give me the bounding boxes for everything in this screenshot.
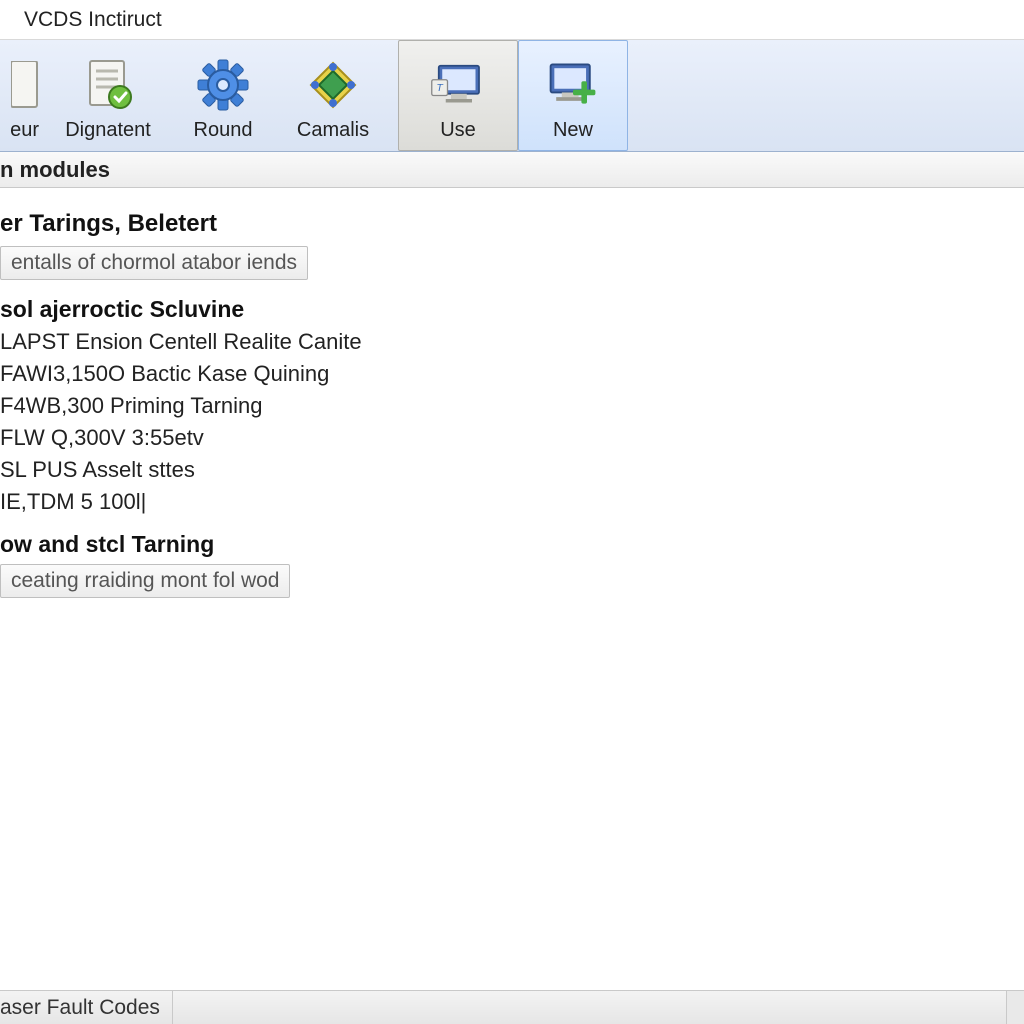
list-item: LAPST Ension Centell Realite Canite bbox=[0, 329, 1024, 355]
toolbar-label: eur bbox=[10, 119, 39, 142]
toolbar-label: Dignatent bbox=[65, 119, 151, 142]
toolbar-button-round[interactable]: Round bbox=[168, 40, 278, 151]
toolbar-label: New bbox=[553, 119, 593, 142]
toolbar-label: Round bbox=[194, 119, 253, 142]
group1-button[interactable]: entalls of chormol atabor iends bbox=[0, 246, 308, 280]
gear-icon bbox=[195, 57, 251, 113]
list-item: F4WB,300 Priming Tarning bbox=[0, 393, 1024, 419]
content-area: er Tarings, Beletert entalls of chormol … bbox=[0, 188, 1024, 990]
monitor-plus-icon bbox=[545, 57, 601, 113]
diamond-icon bbox=[305, 57, 361, 113]
app-window: VCDS Inctiruct eur Dign bbox=[0, 0, 1024, 1024]
toolbar-button-eur[interactable]: eur bbox=[0, 40, 48, 151]
toolbar-button-new[interactable]: New bbox=[518, 40, 628, 151]
group1-title: er Tarings, Beletert bbox=[0, 210, 1024, 238]
list-item: FAWI3,150O Bactic Kase Quining bbox=[0, 361, 1024, 387]
document-check-icon bbox=[80, 57, 136, 113]
section-title: n modules bbox=[0, 157, 110, 183]
toolbar: eur Dignatent bbox=[0, 40, 1024, 152]
group3-button[interactable]: ceating rraiding mont fol wod bbox=[0, 564, 290, 598]
document-icon bbox=[11, 57, 39, 113]
toolbar-label: Camalis bbox=[297, 119, 369, 142]
toolbar-button-dignatent[interactable]: Dignatent bbox=[48, 40, 168, 151]
section-header: n modules bbox=[0, 152, 1024, 188]
list-item: IE,TDM 5 100l| bbox=[0, 489, 1024, 515]
list-item: SL PUS Asselt sttes bbox=[0, 457, 1024, 483]
toolbar-label: Use bbox=[440, 119, 476, 142]
group2-title: sol ajerroctic Scluvine bbox=[0, 296, 1024, 323]
toolbar-button-camalis[interactable]: Camalis bbox=[278, 40, 388, 151]
resize-grip[interactable] bbox=[1006, 991, 1024, 1024]
status-bar: aser Fault Codes bbox=[0, 990, 1024, 1024]
toolbar-button-use[interactable]: T Use bbox=[398, 40, 518, 151]
status-text: aser Fault Codes bbox=[0, 996, 160, 1020]
window-title: VCDS Inctiruct bbox=[24, 8, 162, 32]
title-bar: VCDS Inctiruct bbox=[0, 0, 1024, 40]
group3-title: ow and stcl Tarning bbox=[0, 531, 1024, 558]
monitor-tool-icon: T bbox=[430, 57, 486, 113]
list-item: FLW Q,300V 3:55etv bbox=[0, 425, 1024, 451]
